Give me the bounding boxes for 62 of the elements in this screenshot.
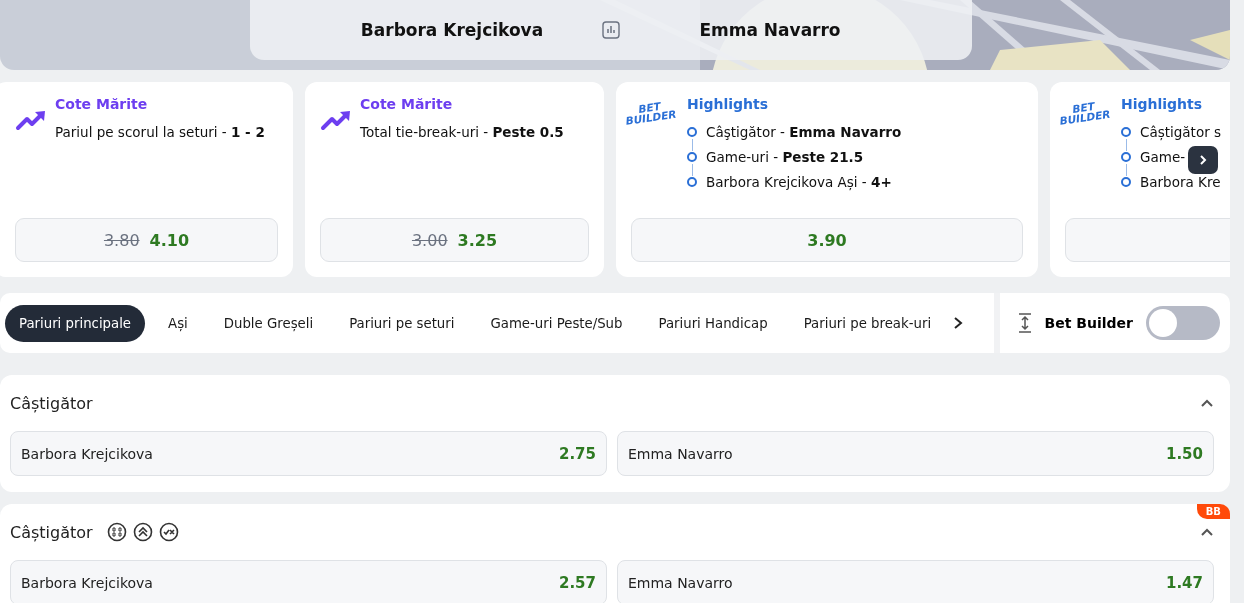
odds-button[interactable]: 3.00 3.25	[320, 218, 589, 262]
next-button[interactable]	[1188, 146, 1218, 174]
outcome-button[interactable]: Emma Navarro 1.50	[617, 431, 1214, 476]
trend-up-icon	[320, 109, 352, 131]
outcome-button[interactable]: Barbora Krejcikova 2.57	[10, 560, 607, 603]
market-tab[interactable]: Duble Greșeli	[210, 304, 327, 342]
check-cross-icon	[158, 522, 179, 542]
chevron-right-icon[interactable]	[952, 316, 965, 330]
bet-selection: Total tie-break-uri - Peste 0.5	[360, 124, 564, 140]
promo-card[interactable]: Cote Mărite Pariul pe scorul la seturi - 1 - 2 3.80 4.10	[0, 82, 293, 277]
boosted-odds: 3.25	[457, 230, 498, 250]
bet-selection: Pariul pe scorul la seturi - 1 - 2	[55, 124, 265, 140]
boosted-odds: 4.10	[149, 230, 190, 250]
promo-card[interactable]: BET BUILDER Highlights Câștigător s Game- Barbora Kre	[1050, 82, 1230, 277]
market-tab[interactable]: Pariuri pe seturi	[336, 304, 468, 342]
player-name: Barbora Krejcikova	[359, 20, 545, 40]
old-odds: 3.80	[103, 230, 140, 250]
expand-icon[interactable]	[1017, 313, 1032, 333]
bet-selection: Câştigător - Emma Navarro	[706, 124, 902, 140]
player-name: Emma Navarro	[698, 20, 842, 40]
bet-selection: Barbora Kre	[1140, 174, 1221, 190]
promo-card[interactable]: Cote Mărite Total tie-break-uri - Peste 0.5 3.00 3.25	[305, 82, 604, 277]
market-tab[interactable]: Game-uri Peste/Sub	[477, 304, 636, 342]
promo-title: Highlights	[1121, 96, 1204, 112]
odds-button[interactable]: 3.90	[631, 218, 1023, 262]
promo-title: Cote Mărite	[55, 96, 149, 112]
promo-title: Cote Mărite	[360, 96, 454, 112]
chevron-up-icon[interactable]	[1200, 527, 1214, 537]
leg-dot-icon	[687, 152, 697, 162]
bet-selection: Barbora Krejcikova Ași - 4+	[706, 174, 892, 190]
stats-icon[interactable]	[602, 21, 620, 39]
market-tab[interactable]: Pariuri pe break-uri	[790, 304, 945, 342]
odds-button[interactable]: 3.80 4.10	[15, 218, 278, 262]
bet-selection: Game-uri - Peste 21.5	[706, 149, 864, 165]
market-tab[interactable]: Pariuri principale	[5, 304, 146, 342]
leg-dot-icon	[687, 127, 697, 137]
market-tab[interactable]: Ași	[155, 304, 201, 342]
market-title: Câștigător	[10, 393, 93, 413]
outcome-button[interactable]: Barbora Krejcikova 2.75	[10, 431, 607, 476]
promo-card[interactable]: BET BUILDER Highlights Câştigător - Emma Navarro Game-uri - Peste 21.5 Barbora Krejcikova Ași - 4+ 3.90	[616, 82, 1038, 277]
double-chevron-up-icon	[132, 522, 153, 542]
bet-builder-logo: BET BUILDER	[1059, 99, 1113, 129]
bet-selection: Câștigător s	[1140, 124, 1222, 140]
market-title: Câștigător	[10, 522, 93, 542]
bet-builder-logo: BET BUILDER	[625, 99, 679, 129]
bet-builder-toggle[interactable]	[1146, 306, 1220, 340]
bet-selection: Game-	[1140, 149, 1186, 165]
leg-dot-icon	[1121, 177, 1131, 187]
promo-title: Highlights	[687, 96, 770, 112]
chevron-right-icon	[1197, 154, 1209, 166]
outcome-button[interactable]: Emma Navarro 1.47	[617, 560, 1214, 603]
old-odds: 3.00	[411, 230, 448, 250]
boosted-odds: 3.90	[807, 230, 847, 250]
chevron-up-icon[interactable]	[1200, 398, 1214, 408]
leg-dot-icon	[687, 177, 697, 187]
leg-dot-icon	[1121, 127, 1131, 137]
bet-builder-label: Bet Builder	[1044, 315, 1133, 331]
trend-up-icon	[15, 109, 47, 131]
leg-dot-icon	[1121, 152, 1131, 162]
score-icon	[106, 522, 127, 542]
market-tab[interactable]: Pariuri Handicap	[645, 304, 781, 342]
bet-builder-badge: BB	[1196, 504, 1230, 519]
